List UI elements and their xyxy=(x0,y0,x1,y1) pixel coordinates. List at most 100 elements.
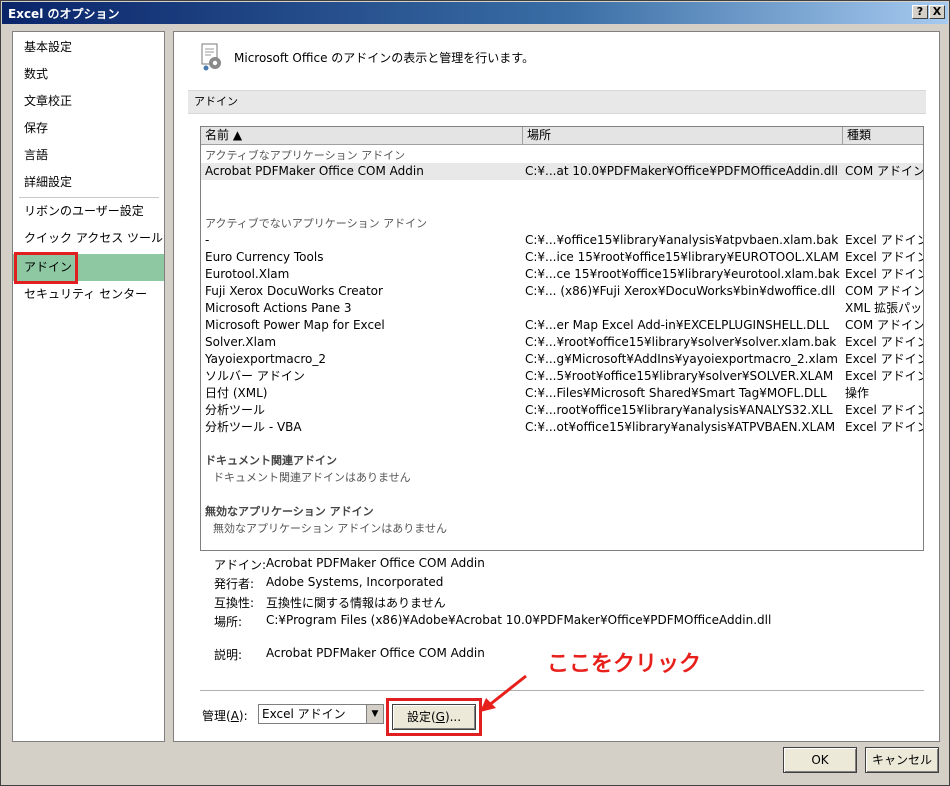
table-row[interactable]: ソルバー アドイン C:¥...5¥root¥office15¥library¥s… xyxy=(201,368,923,385)
detail-description-label: 説明: xyxy=(214,648,243,662)
group-header-document: ドキュメント関連アドイン xyxy=(205,454,337,467)
cancel-button[interactable]: キャンセル xyxy=(865,747,939,773)
detail-description-value: Acrobat PDFMaker Office COM Addin xyxy=(266,646,485,660)
table-row[interactable]: Solver.Xlam C:¥...¥root¥office15¥library¥… xyxy=(201,334,923,351)
cell-type: Excel アドイン xyxy=(845,250,923,264)
ok-button[interactable]: OK xyxy=(783,747,857,773)
cell-type: COM アドイン xyxy=(845,164,923,178)
group-header-active: アクティブなアプリケーション アドイン xyxy=(205,149,406,162)
cell-name: Acrobat PDFMaker Office COM Addin xyxy=(205,164,424,178)
nav-item-formulas[interactable]: 数式 xyxy=(13,61,164,88)
manage-label: 管理(A): xyxy=(202,709,248,723)
cell-name: 分析ツール - VBA xyxy=(205,420,302,434)
cell-name: Solver.Xlam xyxy=(205,335,277,349)
cell-location: C:¥...¥office15¥library¥analysis¥atpvbae… xyxy=(525,233,839,247)
detail-compat-label: 互換性: xyxy=(214,596,255,610)
title-bar: Excel のオプション ? X xyxy=(2,2,948,24)
callout-text: ここをクリック xyxy=(547,652,702,677)
table-row[interactable]: 分析ツール C:¥...root¥office15¥library¥analysi… xyxy=(201,402,923,419)
divider xyxy=(200,690,924,691)
addins-highlight-box xyxy=(14,252,78,284)
cell-name: 日付 (XML) xyxy=(205,386,268,400)
cell-name: Microsoft Power Map for Excel xyxy=(205,318,385,332)
cell-type: COM アドイン xyxy=(845,318,923,332)
cell-type: Excel アドイン xyxy=(845,352,923,366)
detail-publisher-label: 発行者: xyxy=(214,577,255,591)
cell-location: C:¥...ce 15¥root¥office15¥library¥euroto… xyxy=(525,267,840,281)
go-button-highlight-box xyxy=(386,698,482,736)
cell-location: C:¥...g¥Microsoft¥AddIns¥yayoiexportmacr… xyxy=(525,352,838,366)
cell-location: C:¥...at 10.0¥PDFMaker¥Office¥PDFMOffice… xyxy=(525,164,838,178)
cell-location: C:¥...5¥root¥office15¥library¥solver¥SOL… xyxy=(525,369,834,383)
detail-addin-label: アドイン: xyxy=(214,558,267,572)
detail-publisher-value: Adobe Systems, Incorporated xyxy=(266,575,444,589)
cell-location: C:¥...ot¥office15¥library¥analysis¥ATPVB… xyxy=(525,420,836,434)
detail-location-label: 場所: xyxy=(214,615,243,629)
detail-addin-value: Acrobat PDFMaker Office COM Addin xyxy=(266,556,485,570)
cell-type: COM アドイン xyxy=(845,284,923,298)
table-row[interactable]: Acrobat PDFMaker Office COM Addin C:¥...… xyxy=(201,163,923,180)
table-row[interactable]: 分析ツール - VBA C:¥...ot¥office15¥library¥ana… xyxy=(201,419,923,436)
cell-name: Euro Currency Tools xyxy=(205,250,324,264)
nav-item-quick-access-toolbar[interactable]: クイック アクセス ツール バー xyxy=(13,225,164,272)
cell-type: 操作 xyxy=(845,386,870,400)
cell-location: C:¥...Files¥Microsoft Shared¥Smart Tag¥M… xyxy=(525,386,827,400)
window-title: Excel のオプション xyxy=(8,7,120,21)
excel-options-dialog: Excel のオプション ? X 基本設定 数式 文章校正 保存 言語 詳細設定… xyxy=(0,0,950,786)
section-title: アドイン xyxy=(188,90,926,114)
addins-panel: Microsoft Office のアドインの表示と管理を行います。 アドイン … xyxy=(173,31,940,742)
document-empty-text: ドキュメント関連アドインはありません xyxy=(213,471,411,484)
manage-dropdown[interactable]: Excel アドイン ▼ xyxy=(258,704,384,724)
table-row[interactable]: - C:¥...¥office15¥library¥analysis¥atpvba… xyxy=(201,232,923,249)
nav-item-advanced[interactable]: 詳細設定 xyxy=(13,169,164,196)
table-row[interactable]: 日付 (XML) C:¥...Files¥Microsoft Shared¥Sma… xyxy=(201,385,923,402)
cell-type: Excel アドイン xyxy=(845,420,923,434)
nav-item-proofing[interactable]: 文章校正 xyxy=(13,88,164,115)
cell-type: Excel アドイン xyxy=(845,335,923,349)
table-row[interactable]: Euro Currency Tools C:¥...ice 15¥root¥off… xyxy=(201,249,923,266)
column-header-type[interactable]: 種類 xyxy=(843,127,923,145)
nav-item-save[interactable]: 保存 xyxy=(13,115,164,142)
cell-type: Excel アドイン xyxy=(845,267,923,281)
cell-type: Excel アドイン xyxy=(845,233,923,247)
cell-name: - xyxy=(205,233,210,247)
table-row[interactable]: Eurotool.Xlam C:¥...ce 15¥root¥office15¥l… xyxy=(201,266,923,283)
cell-type: XML 拡張パック xyxy=(845,301,923,315)
column-header-name[interactable]: 名前 ▲ xyxy=(201,127,523,145)
cell-type: Excel アドイン xyxy=(845,369,923,383)
cell-location: C:¥...er Map Excel Add-in¥EXCELPLUGINSHE… xyxy=(525,318,830,332)
cell-location: C:¥...¥root¥office15¥library¥solver¥solv… xyxy=(525,335,837,349)
cell-name: Microsoft Actions Pane 3 xyxy=(205,301,352,315)
cell-location: C:¥... (x86)¥Fuji Xerox¥DocuWorks¥bin¥dw… xyxy=(525,284,836,298)
table-row[interactable]: Microsoft Power Map for Excel C:¥...er Ma… xyxy=(201,317,923,334)
panel-description: Microsoft Office のアドインの表示と管理を行います。 xyxy=(234,51,535,65)
table-row[interactable]: Yayoiexportmacro_2 C:¥...g¥Microsoft¥AddI… xyxy=(201,351,923,368)
group-header-inactive: アクティブでないアプリケーション アドイン xyxy=(205,217,428,230)
cell-name: 分析ツール xyxy=(205,403,266,417)
manage-selected-value: Excel アドイン xyxy=(262,707,346,721)
table-row[interactable]: Fuji Xerox DocuWorks Creator C:¥... (x86)… xyxy=(201,283,923,300)
cell-location: C:¥...ice 15¥root¥office15¥library¥EUROT… xyxy=(525,250,839,264)
cell-name: ソルバー アドイン xyxy=(205,369,305,383)
group-header-disabled: 無効なアプリケーション アドイン xyxy=(205,505,374,518)
nav-item-customize-ribbon[interactable]: リボンのユーザー設定 xyxy=(13,198,164,225)
cell-name: Fuji Xerox DocuWorks Creator xyxy=(205,284,383,298)
nav-item-trust-center[interactable]: セキュリティ センター xyxy=(13,281,164,308)
close-button[interactable]: X xyxy=(929,5,945,19)
cell-location: C:¥...root¥office15¥library¥analysis¥ANA… xyxy=(525,403,833,417)
cell-name: Yayoiexportmacro_2 xyxy=(205,352,326,366)
addins-table: 名前 ▲ 場所 種類 アクティブなアプリケーション アドイン Acrobat P… xyxy=(200,126,924,551)
cell-name: Eurotool.Xlam xyxy=(205,267,290,281)
dropdown-arrow-icon[interactable]: ▼ xyxy=(366,705,383,723)
nav-item-language[interactable]: 言語 xyxy=(13,142,164,169)
nav-item-general[interactable]: 基本設定 xyxy=(13,34,164,61)
column-header-location[interactable]: 場所 xyxy=(523,127,843,145)
table-row[interactable]: Microsoft Actions Pane 3 XML 拡張パック xyxy=(201,300,923,317)
detail-location-value: C:¥Program Files (x86)¥Adobe¥Acrobat 10.… xyxy=(266,613,772,627)
category-nav: 基本設定 数式 文章校正 保存 言語 詳細設定 リボンのユーザー設定 クイック … xyxy=(12,31,165,742)
help-button[interactable]: ? xyxy=(912,5,928,19)
detail-compat-value: 互換性に関する情報はありません xyxy=(266,596,446,610)
cell-type: Excel アドイン xyxy=(845,403,923,417)
callout-arrow-icon xyxy=(480,674,527,712)
addin-gear-icon xyxy=(201,43,221,71)
